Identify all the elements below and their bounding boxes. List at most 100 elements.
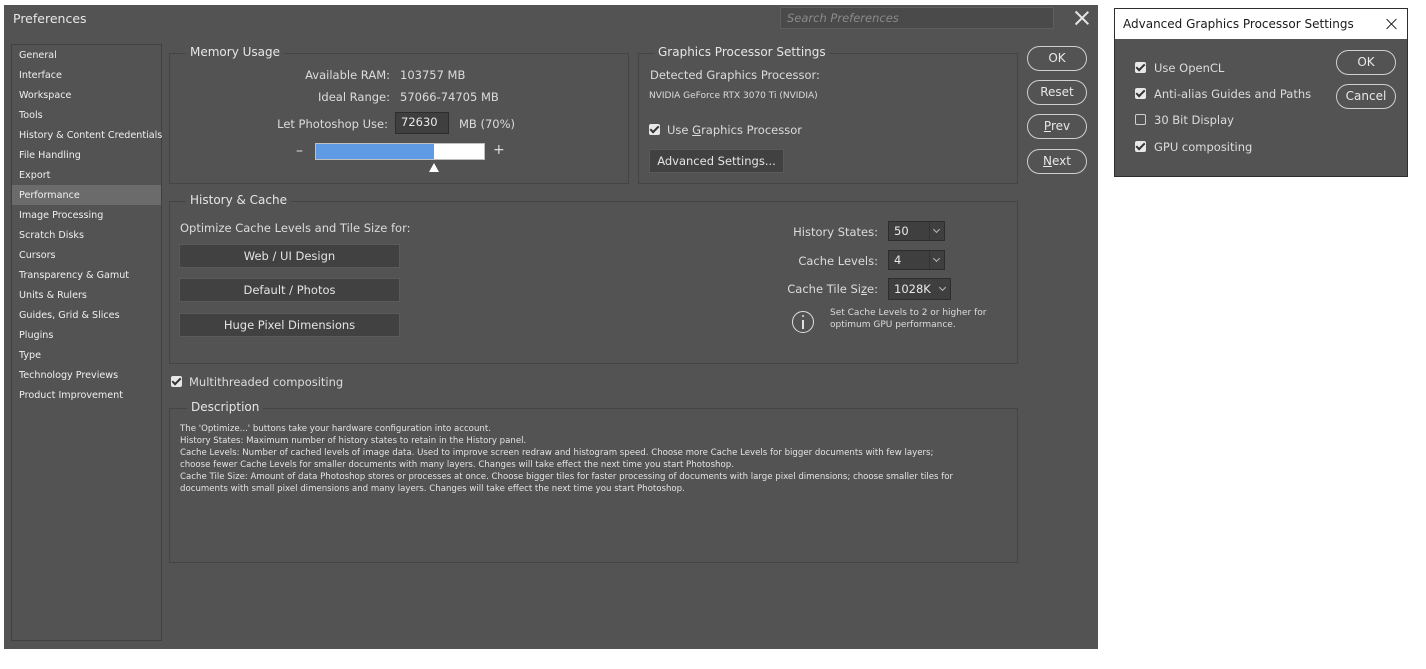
advanced-ok-button[interactable]: OK (1336, 50, 1396, 75)
chevron-down-icon (936, 280, 950, 300)
memory-slider-thumb[interactable] (429, 163, 439, 172)
use-opencl-label: Use OpenCL (1154, 61, 1225, 75)
description-line: Cache Tile Size: Amount of data Photosho… (180, 472, 954, 482)
memory-percent-label: MB (70%) (459, 117, 516, 131)
sidebar-item-label: Transparency & Gamut (19, 270, 130, 281)
slider-decrease-button[interactable]: – (296, 143, 303, 159)
sidebar-item-cursors[interactable]: Cursors (12, 245, 161, 265)
history-cache-title: History & Cache (186, 193, 291, 207)
history-states-label: History States: (793, 225, 878, 239)
web-ui-design-button[interactable]: Web / UI Design (179, 244, 400, 268)
use-gpu-label-mnemonic: G (692, 123, 702, 137)
sidebar-item-plugins[interactable]: Plugins (12, 325, 161, 345)
sidebar-item-scratch-disks[interactable]: Scratch Disks (12, 225, 161, 245)
multithreaded-checkbox[interactable] (171, 376, 182, 387)
description-line: Cache Levels: Number of cached levels of… (180, 448, 934, 458)
sidebar-item-label: Scratch Disks (19, 230, 84, 241)
sidebar-item-interface[interactable]: Interface (12, 65, 161, 85)
use-opencl-checkbox[interactable] (1135, 62, 1146, 73)
sidebar-item-workspace[interactable]: Workspace (12, 85, 161, 105)
reset-button[interactable]: Reset (1027, 80, 1087, 105)
cache-hint-line1: Set Cache Levels to 2 or higher for (830, 308, 987, 318)
sidebar-item-guides[interactable]: Guides, Grid & Slices (12, 305, 161, 325)
sidebar-item-tools[interactable]: Tools (12, 105, 161, 125)
slider-increase-button[interactable]: + (493, 142, 505, 158)
gpu-compositing-checkbox[interactable] (1135, 141, 1146, 152)
use-gpu-label-part: raphics Processor (701, 123, 802, 137)
close-icon[interactable] (1073, 9, 1091, 27)
optimize-label: Optimize Cache Levels and Tile Size for: (180, 221, 411, 235)
multithreaded-label: Multithreaded compositing (189, 375, 344, 389)
cache-levels-value: 4 (894, 253, 902, 267)
chevron-down-icon (929, 222, 944, 240)
memory-slider[interactable] (315, 143, 485, 160)
memory-slider-fill (316, 144, 434, 159)
advanced-settings-button[interactable]: Advanced Settings... (649, 149, 784, 173)
cache-tile-size-select[interactable]: 1028K (888, 278, 951, 300)
use-gpu-label: Use Graphics Processor (667, 123, 802, 137)
sidebar-item-transparency[interactable]: Transparency & Gamut (12, 265, 161, 285)
advanced-cancel-button[interactable]: Cancel (1336, 84, 1396, 109)
tile-label-part: Cache Tile Si (787, 282, 861, 296)
prev-button[interactable]: Prev (1027, 114, 1087, 139)
description-line: choose fewer Cache Levels for smaller do… (180, 460, 734, 470)
sidebar-item-label: Tools (19, 110, 43, 121)
sidebar-item-performance[interactable]: Performance (12, 185, 161, 205)
sidebar-item-image-processing[interactable]: Image Processing (12, 205, 161, 225)
search-placeholder: Search Preferences (787, 11, 899, 25)
sidebar-item-technology-previews[interactable]: Technology Previews (12, 365, 161, 385)
close-icon[interactable] (1383, 15, 1401, 33)
sidebar-item-label: Product Improvement (19, 390, 124, 401)
sidebar-item-label: Image Processing (19, 210, 104, 221)
sidebar-item-label: General (19, 50, 57, 61)
cache-levels-select[interactable]: 4 (888, 250, 945, 270)
window-title: Preferences (13, 11, 87, 26)
gpu-compositing-label: GPU compositing (1154, 140, 1253, 154)
sidebar-item-history[interactable]: History & Content Credentials (12, 125, 162, 145)
sidebar-item-label: Guides, Grid & Slices (19, 310, 120, 321)
history-states-select[interactable]: 50 (888, 221, 945, 241)
huge-pixel-dimensions-button[interactable]: Huge Pixel Dimensions (179, 313, 400, 337)
next-label: ext (1052, 154, 1071, 168)
use-gpu-label-part: Use (667, 123, 693, 137)
available-ram-label: Available RAM: (305, 68, 390, 82)
sidebar-item-type[interactable]: Type (12, 345, 161, 365)
sidebar-item-export[interactable]: Export (12, 165, 161, 185)
sidebar-item-units-rulers[interactable]: Units & Rulers (12, 285, 161, 305)
next-mnemonic: N (1043, 154, 1052, 168)
use-gpu-checkbox[interactable] (649, 124, 660, 135)
cache-hint-line2: optimum GPU performance. (830, 320, 956, 330)
ideal-range-label: Ideal Range: (318, 90, 390, 104)
memory-amount-input[interactable]: 72630 (395, 112, 449, 134)
prev-label: rev (1050, 119, 1071, 133)
ok-button[interactable]: OK (1027, 46, 1087, 71)
sidebar-item-label: Export (19, 170, 51, 181)
sidebar-item-label: Type (19, 350, 42, 361)
prev-mnemonic: P (1043, 119, 1051, 133)
chevron-down-icon (929, 251, 944, 269)
description-line: History States: Maximum number of histor… (180, 436, 527, 446)
info-icon (792, 311, 814, 333)
next-button[interactable]: Next (1027, 149, 1087, 174)
default-photos-button[interactable]: Default / Photos (179, 278, 400, 302)
sidebar-item-label: Performance (19, 190, 80, 201)
sidebar-item-label: Cursors (19, 250, 56, 261)
search-input[interactable]: Search Preferences (780, 7, 1054, 29)
sidebar-item-file-handling[interactable]: File Handling (12, 145, 161, 165)
sidebar-item-general[interactable]: General (12, 45, 161, 65)
sidebar-item-label: Interface (19, 70, 62, 81)
30-bit-display-label: 30 Bit Display (1154, 113, 1234, 127)
cache-tile-size-value: 1028K (894, 282, 931, 296)
sidebar-item-label: Units & Rulers (19, 290, 87, 301)
cache-levels-label: Cache Levels: (798, 254, 878, 268)
available-ram-value: 103757 MB (400, 68, 466, 82)
sidebar-item-product-improvement[interactable]: Product Improvement (12, 385, 161, 405)
description-title: Description (187, 400, 264, 414)
description-line: The 'Optimize...' buttons take your hard… (180, 424, 491, 434)
description-line: documents with small pixel dimensions an… (180, 484, 685, 494)
anti-alias-checkbox[interactable] (1135, 88, 1146, 99)
30-bit-display-checkbox[interactable] (1135, 114, 1146, 125)
sidebar-item-label: Plugins (19, 330, 54, 341)
advanced-dialog-title: Advanced Graphics Processor Settings (1123, 17, 1354, 31)
tile-label-part: e: (867, 282, 878, 296)
